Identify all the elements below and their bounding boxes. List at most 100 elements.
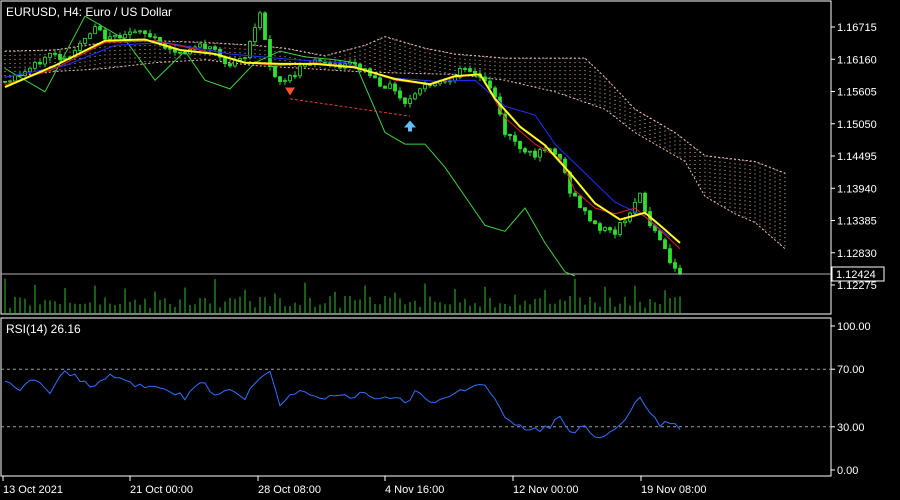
- time-tick-label: 28 Oct 08:00: [258, 484, 321, 496]
- candle-body: [273, 66, 277, 78]
- candle-body: [618, 222, 622, 235]
- candle-body: [388, 83, 392, 89]
- price-tick-label: 1.16160: [837, 54, 877, 66]
- candle-body: [43, 56, 47, 65]
- candle-body: [508, 134, 512, 137]
- main-chart-title: EURUSD, H4: Euro / US Dollar: [6, 5, 172, 19]
- candle-body: [48, 52, 52, 58]
- candle-body: [673, 262, 677, 269]
- candle-body: [78, 42, 82, 51]
- price-tick-label: 1.16715: [837, 22, 877, 34]
- candle-body: [28, 67, 32, 73]
- candle-body: [608, 227, 612, 231]
- candle-body: [668, 248, 672, 264]
- candle-body: [213, 46, 217, 50]
- rsi-axis: 100.00 70.00 30.00 0.00: [831, 321, 871, 477]
- candle-body: [258, 12, 262, 28]
- candle-body: [93, 26, 97, 35]
- candle-body: [228, 63, 232, 67]
- time-tick-label: 12 Nov 00:00: [513, 484, 578, 496]
- price-tick-label: 1.15605: [837, 87, 877, 99]
- candle-body: [153, 36, 157, 39]
- candle-body: [58, 54, 62, 60]
- candle-body: [393, 83, 397, 92]
- time-tick-label: 21 Oct 00:00: [130, 484, 193, 496]
- candle-body: [678, 267, 682, 274]
- candle-body: [293, 75, 297, 77]
- price-tick-label: 1.13385: [837, 216, 877, 228]
- price-tick-label: 1.12830: [837, 248, 877, 260]
- candle-body: [573, 192, 577, 197]
- candle-body: [113, 34, 117, 38]
- price-tick-label: 1.12275: [837, 280, 877, 292]
- candle-body: [623, 220, 627, 224]
- time-tick-label: 13 Oct 2021: [3, 484, 63, 496]
- candle-body: [268, 39, 272, 67]
- candle-body: [488, 80, 492, 89]
- candle-body: [398, 90, 402, 99]
- candle-body: [108, 36, 112, 40]
- candle-body: [203, 43, 207, 50]
- candle-body: [658, 230, 662, 241]
- candle-body: [83, 37, 87, 44]
- candle-body: [603, 227, 607, 231]
- rsi-tick-label: 70.00: [837, 364, 865, 376]
- candle-body: [263, 12, 267, 40]
- candle-body: [103, 29, 107, 40]
- candle-body: [593, 220, 597, 225]
- time-tick-label: 19 Nov 08:00: [641, 484, 706, 496]
- price-axis: 1.16715 1.16160 1.15605 1.15050 1.14495 1.139…: [831, 22, 877, 292]
- candle-body: [553, 148, 557, 155]
- candle-body: [578, 195, 582, 209]
- price-tick-label: 1.14495: [837, 151, 877, 163]
- candle-body: [283, 80, 287, 83]
- candle-body: [538, 149, 542, 158]
- candle-body: [383, 85, 387, 89]
- candle-body: [588, 210, 592, 222]
- candle-body: [288, 75, 292, 82]
- price-tick-label: 1.15050: [837, 119, 877, 131]
- candle-body: [353, 62, 357, 65]
- candle-body: [613, 229, 617, 235]
- candle-body: [378, 77, 382, 87]
- candle-body: [3, 80, 7, 83]
- candle-body: [533, 150, 537, 158]
- rsi-tick-label: 0.00: [837, 465, 858, 477]
- time-tick-label: 4 Nov 16:00: [385, 484, 444, 496]
- candle-body: [138, 30, 142, 33]
- candle-body: [128, 31, 132, 35]
- candle-body: [98, 26, 102, 31]
- candle-body: [8, 80, 12, 83]
- candle-body: [133, 31, 137, 34]
- candle-body: [423, 84, 427, 90]
- candle-body: [253, 27, 257, 42]
- candle-body: [88, 33, 92, 39]
- price-tick-label: 1.13940: [837, 183, 877, 195]
- candle-body: [143, 30, 147, 35]
- candle-body: [183, 52, 187, 55]
- candle-body: [53, 52, 57, 55]
- candle-body: [583, 207, 587, 212]
- rsi-title: RSI(14) 26.16: [6, 322, 81, 336]
- candle-body: [663, 239, 667, 250]
- candle-body: [298, 65, 302, 77]
- candle-body: [403, 97, 407, 104]
- candle-body: [528, 150, 532, 153]
- candle-body: [413, 93, 417, 100]
- candle-body: [38, 61, 42, 65]
- candle-body: [208, 46, 212, 50]
- candle-body: [463, 68, 467, 70]
- candle-body: [168, 47, 172, 50]
- candle-body: [373, 75, 377, 79]
- rsi-tick-label: 30.00: [837, 422, 865, 434]
- candle-body: [118, 34, 122, 39]
- main-panel: [0, 0, 832, 315]
- candle-body: [523, 148, 527, 153]
- candle-body: [123, 33, 127, 39]
- candle-body: [148, 33, 152, 38]
- candle-body: [468, 68, 472, 72]
- candle-body: [643, 192, 647, 212]
- candle-body: [178, 51, 182, 54]
- candle-body: [513, 135, 517, 142]
- candle-body: [638, 192, 642, 203]
